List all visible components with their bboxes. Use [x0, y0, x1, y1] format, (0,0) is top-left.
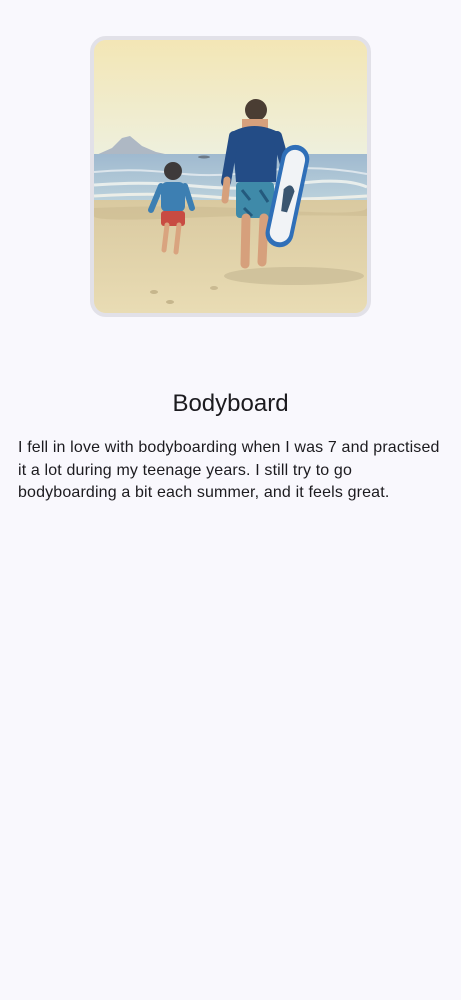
detail-screen: Bodyboard I fell in love with bodyboardi… — [0, 0, 461, 1000]
page-title: Bodyboard — [172, 390, 289, 417]
bodyboard-image — [90, 36, 371, 317]
description-text: I fell in love with bodyboarding when I … — [18, 439, 440, 501]
